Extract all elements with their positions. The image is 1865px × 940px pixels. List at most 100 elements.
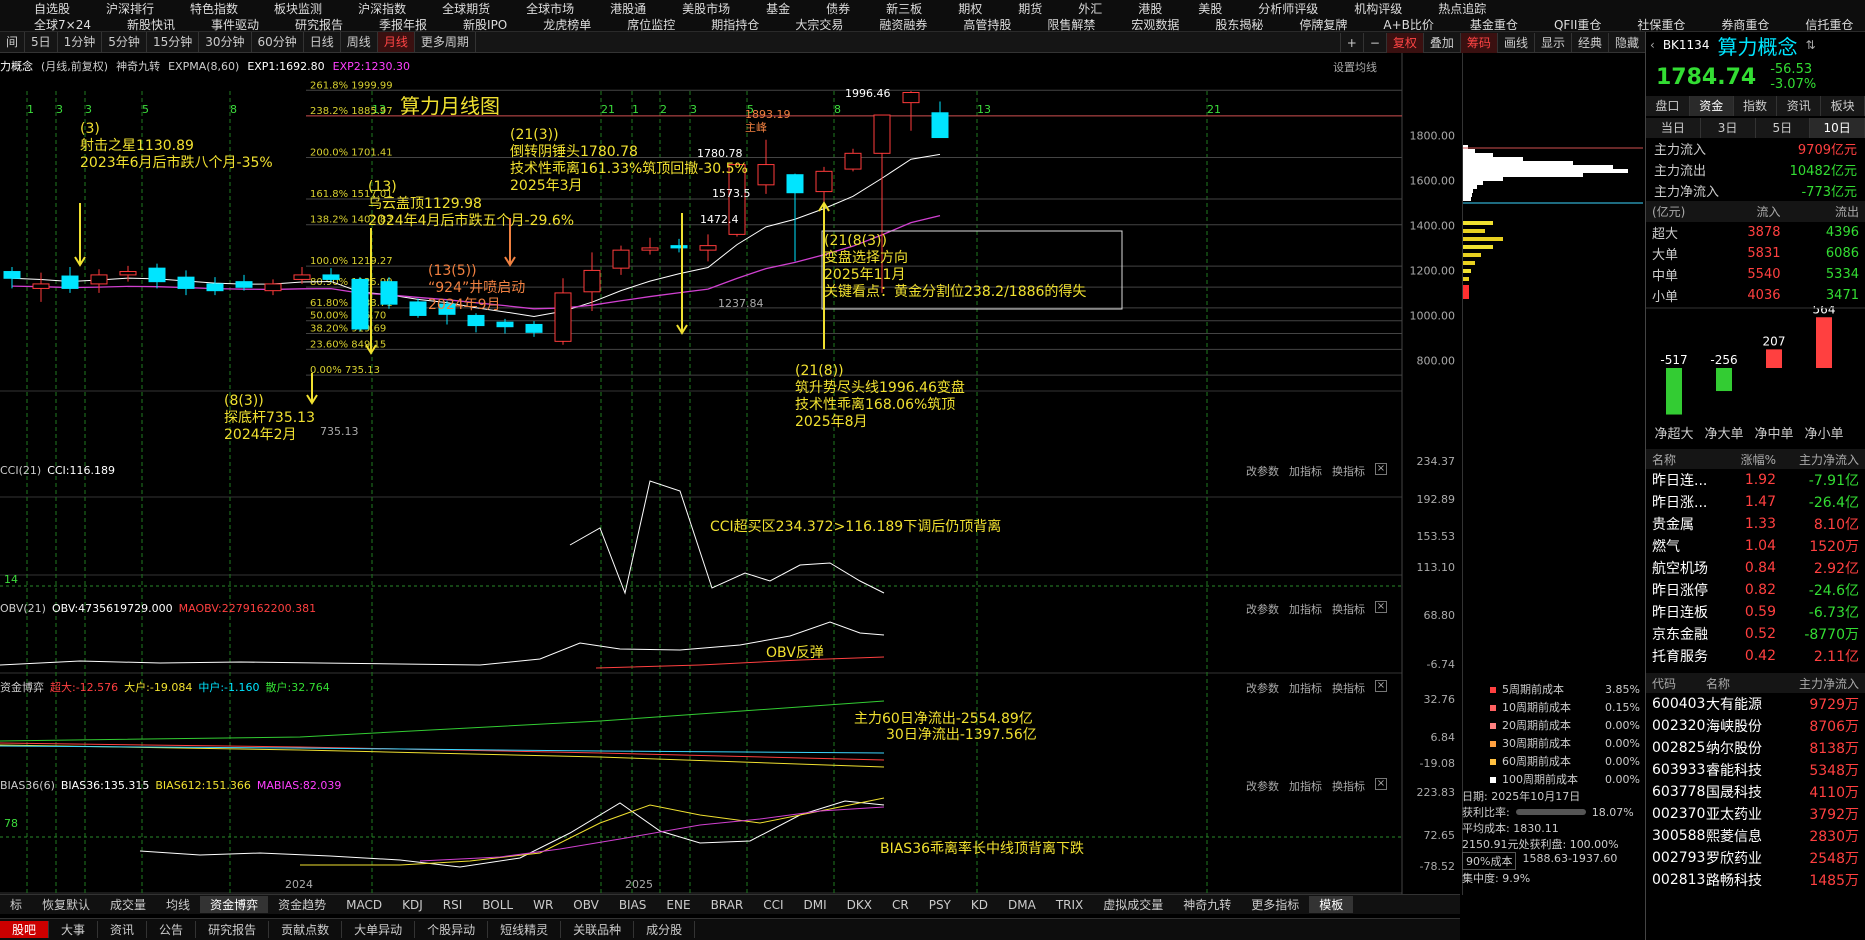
candle-body[interactable] bbox=[235, 281, 253, 288]
industry-row[interactable]: 燃气 1.04 1520万 bbox=[1646, 535, 1865, 557]
panel-button[interactable]: 换指标 bbox=[1332, 601, 1365, 617]
toolbar-button[interactable]: + bbox=[1339, 32, 1363, 53]
menu-item[interactable]: 高管持股 bbox=[963, 16, 1011, 33]
close-icon[interactable]: × bbox=[1375, 601, 1387, 613]
menu-item[interactable]: 股东揭秘 bbox=[1215, 16, 1263, 33]
candle-body[interactable] bbox=[554, 292, 572, 342]
menu-item[interactable]: 研究报告 bbox=[295, 16, 343, 33]
menu-item[interactable]: 热点追踪 bbox=[1438, 0, 1486, 17]
candle-body[interactable] bbox=[699, 245, 717, 251]
stock-row[interactable]: 300588 熙菱信息 2830万 bbox=[1646, 825, 1865, 847]
indicator-tab[interactable]: TRIX bbox=[1046, 898, 1093, 912]
stock-row[interactable]: 603778 国晟科技 4110万 bbox=[1646, 781, 1865, 803]
close-icon[interactable]: × bbox=[1375, 463, 1387, 475]
menu-item[interactable]: 社保重仓 bbox=[1637, 16, 1685, 33]
period-tab[interactable]: 60分钟 bbox=[252, 32, 304, 52]
candle-body[interactable] bbox=[322, 274, 340, 280]
industry-row[interactable]: 京东金融 0.52 -8770万 bbox=[1646, 623, 1865, 645]
panel-button[interactable]: 改参数 bbox=[1246, 601, 1279, 617]
period-tab[interactable]: 5日 bbox=[25, 32, 58, 52]
candle-body[interactable] bbox=[351, 278, 369, 330]
rp-period-tab[interactable]: 当日 bbox=[1646, 118, 1701, 138]
candle-body[interactable] bbox=[757, 164, 775, 186]
menu-item[interactable]: 港股 bbox=[1138, 0, 1162, 17]
bottom-tab[interactable]: 成分股 bbox=[634, 921, 696, 938]
indicator-tab[interactable]: 虚拟成交量 bbox=[1093, 896, 1173, 913]
menu-item[interactable]: 分析师评级 bbox=[1258, 0, 1318, 17]
menu-item[interactable]: 期指持仓 bbox=[711, 16, 759, 33]
rp-tab[interactable]: 指数 bbox=[1734, 96, 1778, 116]
candle-body[interactable] bbox=[264, 283, 282, 292]
bottom-tab[interactable]: 大单异动 bbox=[342, 921, 416, 938]
bottom-tab[interactable]: 大事 bbox=[49, 921, 99, 938]
candle-body[interactable] bbox=[467, 314, 485, 327]
menu-item[interactable]: 美股市场 bbox=[682, 0, 730, 17]
indicator-tab[interactable]: DMA bbox=[998, 898, 1046, 912]
candle-body[interactable] bbox=[612, 249, 630, 269]
period-tab[interactable]: 间 bbox=[0, 32, 26, 52]
menu-item[interactable]: 基金 bbox=[766, 0, 790, 17]
indicator-tab[interactable]: ENE bbox=[656, 898, 700, 912]
menu-item[interactable]: 基金重仓 bbox=[1470, 16, 1518, 33]
menu-item[interactable]: 季报年报 bbox=[379, 16, 427, 33]
industry-row[interactable]: 昨日涨... 1.47 -26.4亿 bbox=[1646, 491, 1865, 513]
rp-tab[interactable]: 盘口 bbox=[1646, 96, 1690, 116]
candle-body[interactable] bbox=[293, 274, 311, 280]
toolbar-button[interactable]: 显示 bbox=[1533, 32, 1571, 53]
bias-title[interactable]: BIAS36(6) bbox=[0, 779, 55, 792]
indicator-tab[interactable]: DKX bbox=[837, 898, 882, 912]
indicator-tab[interactable]: DMI bbox=[794, 898, 837, 912]
ma-settings-label[interactable]: 设置均线 bbox=[1333, 59, 1377, 75]
menu-item[interactable]: 沪深排行 bbox=[106, 0, 154, 17]
bottom-tab[interactable]: 研究报告 bbox=[196, 921, 270, 938]
menu-item[interactable]: 事件驱动 bbox=[211, 16, 259, 33]
indicator-tab[interactable]: CCI bbox=[753, 898, 793, 912]
menu-item[interactable]: 期权 bbox=[958, 0, 982, 17]
toolbar-button[interactable]: 筹码 bbox=[1459, 32, 1497, 53]
indicator-tab[interactable]: WR bbox=[523, 898, 563, 912]
menu-item[interactable]: 板块监测 bbox=[274, 0, 322, 17]
candle-body[interactable] bbox=[409, 301, 427, 316]
rp-period-tab[interactable]: 3日 bbox=[1701, 118, 1756, 138]
profit-slider[interactable] bbox=[1515, 809, 1586, 815]
toolbar-button[interactable]: 隐藏 bbox=[1607, 32, 1645, 53]
stock-row[interactable]: 002370 亚太药业 3792万 bbox=[1646, 803, 1865, 825]
toolbar-button[interactable]: 叠加 bbox=[1422, 32, 1460, 53]
panel-button[interactable]: 改参数 bbox=[1246, 680, 1279, 696]
indicator-tab[interactable]: 标 bbox=[0, 896, 32, 913]
menu-item[interactable]: 期货 bbox=[1018, 0, 1042, 17]
bottom-tab[interactable]: 公告 bbox=[147, 921, 197, 938]
indicator-tab[interactable]: KDJ bbox=[392, 898, 433, 912]
indicator-tab[interactable]: 资金博弈 bbox=[200, 896, 269, 913]
menu-item[interactable]: 融资融券 bbox=[879, 16, 927, 33]
stock-row[interactable]: 002825 纳尔股份 8138万 bbox=[1646, 737, 1865, 759]
panel-button[interactable]: 换指标 bbox=[1332, 463, 1365, 479]
indicator-tab[interactable]: 神奇九转 bbox=[1173, 896, 1241, 913]
indicator-tab[interactable]: PSY bbox=[919, 898, 961, 912]
stock-row[interactable]: 002320 海峡股份 8706万 bbox=[1646, 715, 1865, 737]
period-tab[interactable]: 更多周期 bbox=[415, 32, 476, 52]
menu-item[interactable]: 全球市场 bbox=[526, 0, 574, 17]
ma-settings[interactable]: 设置均线 bbox=[1333, 59, 1377, 75]
menu-item[interactable]: 新股快讯 bbox=[127, 16, 175, 33]
candle-body[interactable] bbox=[177, 276, 195, 289]
period-tab[interactable]: 30分钟 bbox=[199, 32, 252, 52]
obv-title[interactable]: OBV(21) bbox=[0, 602, 46, 615]
indicator-tab[interactable]: CR bbox=[882, 898, 919, 912]
bottom-tab[interactable]: 贡献点数 bbox=[269, 921, 343, 938]
menu-item[interactable]: 全球期货 bbox=[442, 0, 490, 17]
panel-button[interactable]: 改参数 bbox=[1246, 463, 1279, 479]
swap-icon[interactable]: ⇅ bbox=[1805, 38, 1815, 52]
panel-button[interactable]: 换指标 bbox=[1332, 778, 1365, 794]
indicator-tab[interactable]: BRAR bbox=[701, 898, 754, 912]
candle-body[interactable] bbox=[873, 114, 891, 154]
menu-item[interactable]: 新三板 bbox=[886, 0, 922, 17]
indicator-tab[interactable]: KD bbox=[961, 898, 998, 912]
menu-item[interactable]: 龙虎榜单 bbox=[543, 16, 591, 33]
panel-button[interactable]: 加指标 bbox=[1289, 463, 1322, 479]
candle-body[interactable] bbox=[931, 112, 949, 139]
menu-item[interactable]: QFII重仓 bbox=[1554, 16, 1601, 33]
menu-item[interactable]: A+B比价 bbox=[1383, 16, 1434, 33]
indicator-tab[interactable]: OBV bbox=[563, 898, 609, 912]
indicator-tab[interactable]: RSI bbox=[433, 898, 473, 912]
